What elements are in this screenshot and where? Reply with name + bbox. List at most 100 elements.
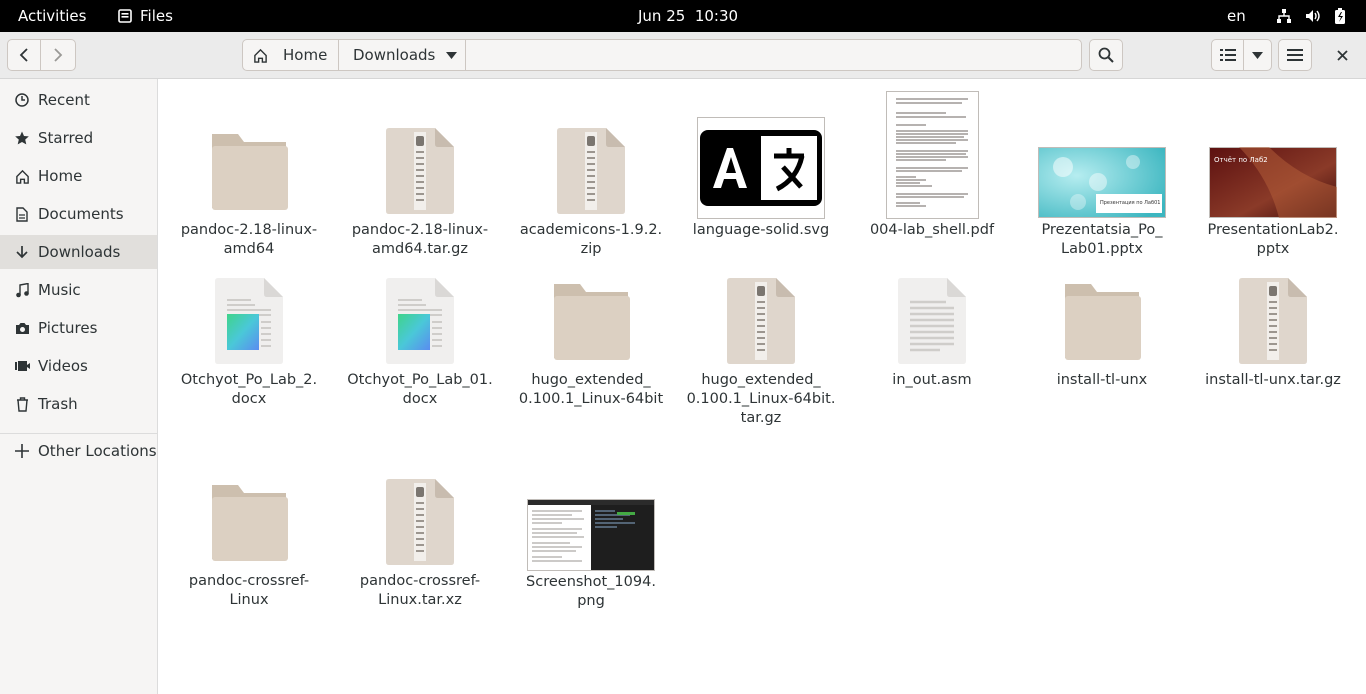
chevron-down-icon [446, 52, 457, 59]
camera-icon [14, 320, 30, 336]
folder-icon [516, 282, 666, 360]
top-bar: Activities Files Jun 25 10:30 en [0, 0, 1366, 32]
close-icon [1336, 49, 1348, 61]
svg-thumbnail [686, 117, 836, 219]
archive-icon [686, 278, 836, 364]
search-icon [1098, 47, 1114, 63]
file-name: 004-lab_shell.pdf [869, 222, 995, 238]
chevron-right-icon [54, 48, 63, 62]
search-button[interactable] [1089, 39, 1123, 71]
folder-icon [174, 483, 324, 561]
header-bar: Home Downloads [0, 32, 1366, 79]
home-icon [254, 48, 267, 63]
sidebar-item-other-locations[interactable]: Other Locations [0, 434, 157, 468]
docx-icon [345, 278, 495, 364]
app-name: Files [140, 7, 173, 25]
file-name: Otchyot_Po_Lab_2. docx [180, 372, 318, 407]
archive-icon [1198, 278, 1348, 364]
sidebar-item-music[interactable]: Music [0, 273, 157, 307]
file-name: in_out.asm [892, 372, 972, 388]
sidebar-item-home[interactable]: Home [0, 159, 157, 193]
clock-icon [14, 92, 30, 108]
sidebar-item-label: Music [38, 281, 81, 299]
sidebar-item-documents[interactable]: Documents [0, 197, 157, 231]
file-name: pandoc-crossref- Linux.tar.xz [359, 573, 481, 608]
sidebar-item-label: Recent [38, 91, 90, 109]
file-name: Screenshot_1094. png [526, 574, 656, 609]
sidebar: Recent Starred Home Documents Downloads … [0, 79, 158, 694]
document-icon [14, 206, 30, 222]
folder-icon [1027, 282, 1177, 360]
file-name: hugo_extended_ 0.100.1_Linux-64bit [518, 372, 664, 407]
network-icon [1277, 9, 1291, 23]
sidebar-item-label: Videos [38, 357, 88, 375]
archive-icon [345, 479, 495, 565]
sidebar-item-label: Trash [38, 395, 78, 413]
file-name: hugo_extended_ 0.100.1_Linux-64bit. tar.… [686, 372, 836, 426]
volume-icon [1306, 10, 1320, 22]
pptx-blue-caption: Презентация по Лаб01 [1100, 200, 1160, 206]
file-name: academicons-1.9.2. zip [519, 222, 663, 257]
file-name: pandoc-2.18-linux- amd64 [180, 222, 318, 257]
path-home[interactable]: Home [243, 40, 339, 70]
file-name: install-tl-unx [1056, 372, 1148, 388]
view-options-button[interactable] [1243, 39, 1272, 71]
sidebar-item-recent[interactable]: Recent [0, 83, 157, 117]
home-icon [14, 168, 30, 184]
sidebar-item-starred[interactable]: Starred [0, 121, 157, 155]
file-name: pandoc-2.18-linux- amd64.tar.gz [351, 222, 489, 257]
sidebar-item-label: Starred [38, 129, 94, 147]
video-icon [14, 358, 30, 374]
pptx-red-title: Отчёт по Лаб2 [1214, 156, 1268, 164]
music-icon [14, 282, 30, 298]
file-grid: pandoc-2.18-linux- amd64 pandoc-2.18-lin… [158, 79, 1366, 694]
path-home-label: Home [283, 46, 328, 64]
activities-button[interactable]: Activities [18, 0, 86, 32]
sidebar-item-pictures[interactable]: Pictures [0, 311, 157, 345]
view-list-button[interactable] [1211, 39, 1244, 71]
archive-icon [345, 128, 495, 214]
keyboard-language[interactable]: en [1227, 0, 1246, 32]
sidebar-item-label: Home [38, 167, 83, 185]
sidebar-item-label: Downloads [38, 243, 121, 261]
pptx-thumbnail: Презентация по Лаб01 [1027, 147, 1177, 218]
pdf-thumbnail [857, 91, 1007, 219]
png-thumbnail [516, 499, 666, 571]
sidebar-item-trash[interactable]: Trash [0, 387, 157, 421]
file-name: PresentationLab2. pptx [1207, 222, 1339, 257]
close-button[interactable] [1326, 39, 1358, 71]
file-name: language-solid.svg [692, 222, 830, 238]
clock[interactable]: Jun 25 10:30 [638, 0, 738, 32]
download-icon [14, 244, 30, 260]
pptx-thumbnail: Отчёт по Лаб2 [1198, 147, 1348, 218]
system-tray[interactable] [1276, 0, 1346, 32]
sidebar-item-videos[interactable]: Videos [0, 349, 157, 383]
file-name: Otchyot_Po_Lab_01. docx [347, 372, 493, 407]
hamburger-icon [1287, 49, 1303, 61]
folder-icon [174, 132, 324, 210]
text-file-icon [857, 278, 1007, 364]
path-bar: Home Downloads [242, 39, 1082, 71]
sidebar-item-label: Other Locations [38, 442, 157, 460]
battery-icon [1335, 8, 1345, 24]
app-menu-files[interactable]: Files [118, 0, 173, 32]
back-button[interactable] [7, 39, 41, 71]
path-downloads[interactable]: Downloads [339, 40, 466, 70]
sidebar-item-label: Pictures [38, 319, 98, 337]
docx-icon [174, 278, 324, 364]
file-name: install-tl-unx.tar.gz [1205, 372, 1341, 388]
trash-icon [14, 396, 30, 412]
files-app-icon [118, 9, 132, 23]
star-icon [14, 130, 30, 146]
plus-icon [14, 443, 30, 459]
file-name: pandoc-crossref- Linux [188, 573, 310, 608]
path-downloads-label: Downloads [353, 46, 436, 64]
sidebar-item-downloads[interactable]: Downloads [0, 235, 157, 269]
main-menu-button[interactable] [1278, 39, 1312, 71]
file-name: Prezentatsia_Po_ Lab01.pptx [1041, 222, 1163, 257]
chevron-left-icon [19, 48, 28, 62]
forward-button[interactable] [40, 39, 76, 71]
list-view-icon [1219, 49, 1236, 61]
sidebar-item-label: Documents [38, 205, 124, 223]
chevron-down-icon [1252, 51, 1263, 59]
